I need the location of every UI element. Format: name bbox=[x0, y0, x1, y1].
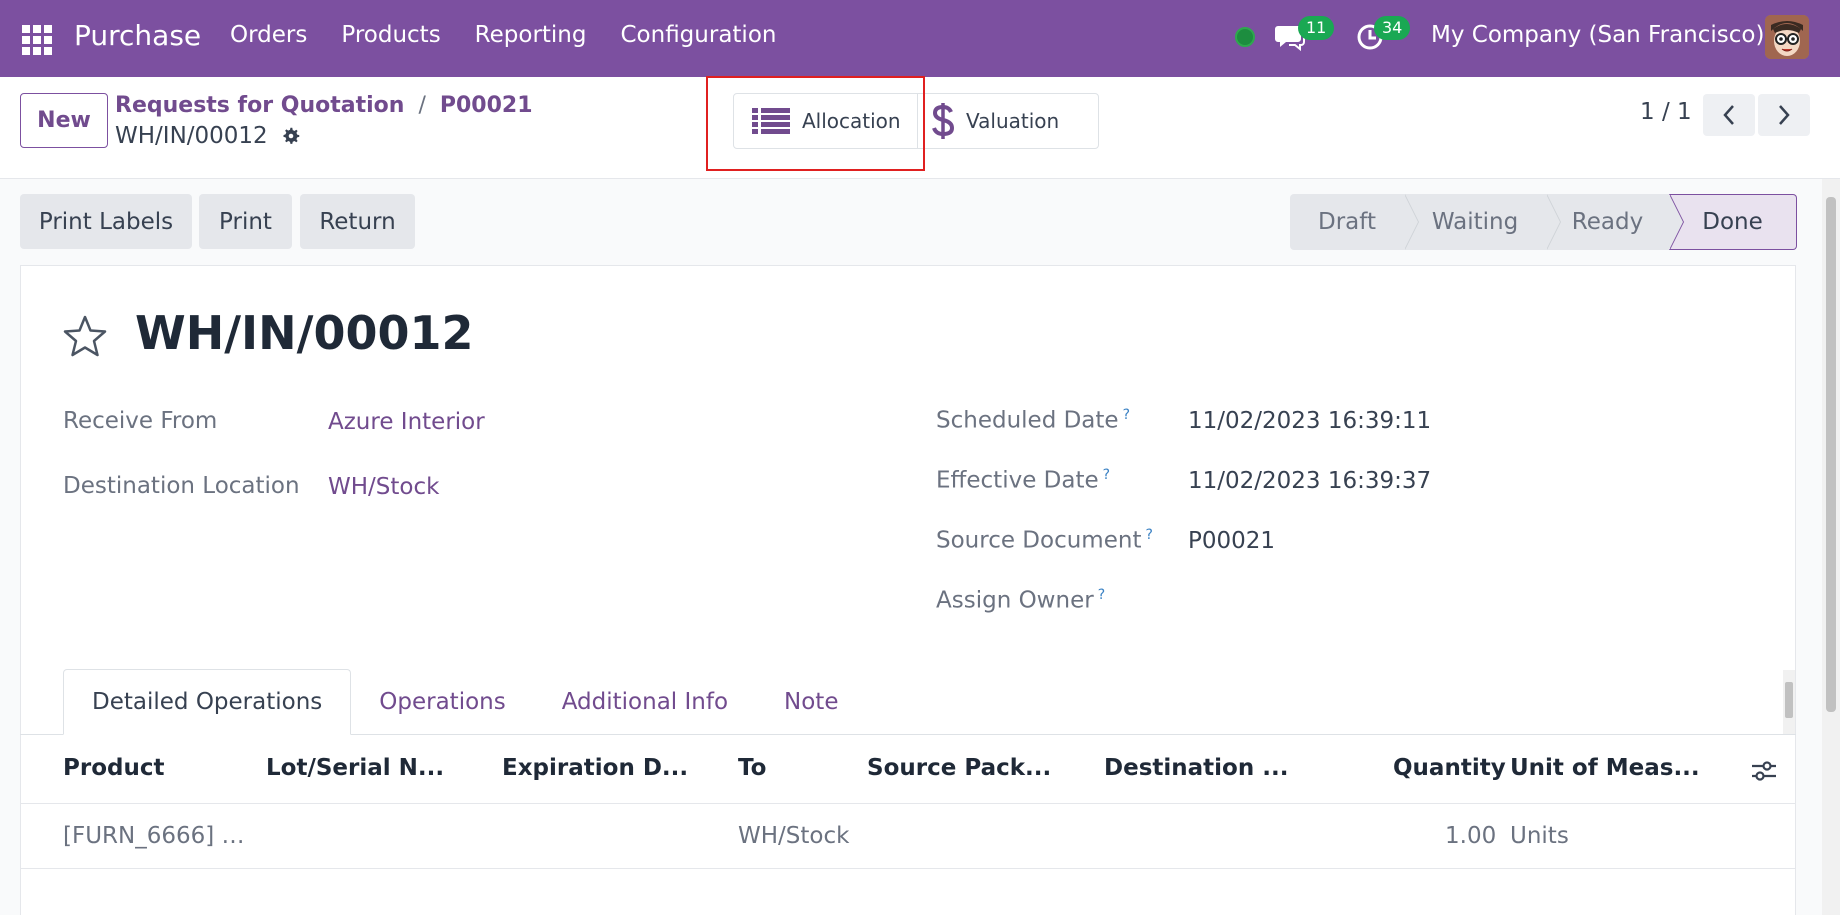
scheduled-date-help-icon[interactable]: ? bbox=[1123, 407, 1130, 423]
scheduled-date-value: 11/02/2023 16:39:11 bbox=[1188, 408, 1432, 434]
gear-icon[interactable] bbox=[280, 125, 302, 147]
dollar-icon bbox=[932, 103, 954, 139]
stage-draft[interactable]: Draft bbox=[1290, 194, 1419, 250]
breadcrumb-separator: / bbox=[418, 93, 426, 118]
destination-location-label: Destination Location bbox=[63, 473, 300, 499]
allocation-button[interactable]: Allocation bbox=[734, 94, 918, 148]
list-icon bbox=[752, 108, 790, 134]
menu-item-reporting[interactable]: Reporting bbox=[475, 22, 587, 48]
app-name[interactable]: Purchase bbox=[74, 19, 201, 52]
column-destination-package[interactable]: Destination ... bbox=[1104, 755, 1288, 781]
column-settings-icon[interactable] bbox=[1750, 757, 1778, 785]
valuation-button[interactable]: Valuation bbox=[918, 94, 1098, 148]
user-avatar[interactable] bbox=[1765, 15, 1809, 59]
column-to[interactable]: To bbox=[738, 755, 766, 781]
print-button[interactable]: Print bbox=[199, 194, 292, 249]
column-lot-serial[interactable]: Lot/Serial N... bbox=[266, 755, 444, 781]
tab-note[interactable]: Note bbox=[756, 669, 866, 735]
tab-operations[interactable]: Operations bbox=[351, 669, 533, 735]
cell-quantity[interactable]: 1.00 bbox=[1445, 823, 1496, 849]
control-panel: New Requests for Quotation / P00021 WH/I… bbox=[0, 77, 1840, 179]
record-name-text: WH/IN/00012 bbox=[115, 123, 268, 149]
cell-product[interactable]: [FURN_6666] … bbox=[63, 823, 245, 849]
row-divider bbox=[20, 868, 1796, 869]
return-button[interactable]: Return bbox=[300, 194, 415, 249]
pager-previous-button[interactable] bbox=[1703, 94, 1755, 136]
status-bar: Draft Waiting Ready Done bbox=[1290, 194, 1797, 250]
form-sheet bbox=[20, 265, 1796, 915]
main-menu: Orders Products Reporting Configuration bbox=[230, 22, 776, 48]
apps-grid-icon[interactable] bbox=[22, 25, 52, 55]
stage-done[interactable]: Done bbox=[1669, 194, 1797, 250]
assign-owner-help-icon[interactable]: ? bbox=[1098, 587, 1105, 603]
stage-ready-label: Ready bbox=[1571, 209, 1644, 235]
breadcrumb: Requests for Quotation / P00021 bbox=[115, 93, 533, 118]
activity-count-badge: 34 bbox=[1374, 16, 1411, 40]
column-source-package[interactable]: Source Pack... bbox=[867, 755, 1051, 781]
tabs-scrollbar[interactable] bbox=[1783, 670, 1795, 734]
pager-next-button[interactable] bbox=[1758, 94, 1810, 136]
presence-status-icon[interactable] bbox=[1235, 27, 1255, 47]
stage-draft-label: Draft bbox=[1318, 209, 1376, 235]
breadcrumb-po[interactable]: P00021 bbox=[440, 93, 533, 118]
new-button[interactable]: New bbox=[20, 93, 108, 148]
effective-date-help-icon[interactable]: ? bbox=[1103, 467, 1110, 483]
effective-date-label: Effective Date? bbox=[936, 467, 1110, 494]
top-navbar: Purchase Orders Products Reporting Confi… bbox=[0, 0, 1840, 77]
stage-waiting[interactable]: Waiting bbox=[1404, 194, 1561, 250]
column-quantity[interactable]: Quantity bbox=[1393, 755, 1506, 781]
source-document-help-icon[interactable]: ? bbox=[1145, 527, 1152, 543]
menu-item-configuration[interactable]: Configuration bbox=[620, 22, 776, 48]
menu-item-products[interactable]: Products bbox=[341, 22, 440, 48]
source-document-label: Source Document? bbox=[936, 527, 1153, 554]
chevron-right-icon bbox=[1779, 105, 1790, 125]
assign-owner-label: Assign Owner? bbox=[936, 587, 1105, 614]
header-divider bbox=[20, 803, 1796, 804]
menu-item-orders[interactable]: Orders bbox=[230, 22, 307, 48]
effective-date-value: 11/02/2023 16:39:37 bbox=[1188, 468, 1432, 494]
column-product[interactable]: Product bbox=[63, 755, 164, 781]
column-unit-of-measure[interactable]: Unit of Meas... bbox=[1510, 755, 1700, 781]
receive-from-label: Receive From bbox=[63, 408, 218, 434]
stage-ready[interactable]: Ready bbox=[1546, 194, 1684, 250]
avatar-face-icon bbox=[1765, 15, 1809, 59]
chevron-left-icon bbox=[1723, 105, 1734, 125]
effective-date-label-text: Effective Date bbox=[936, 467, 1099, 494]
cell-to[interactable]: WH/Stock bbox=[738, 823, 849, 849]
scheduled-date-label-text: Scheduled Date bbox=[936, 407, 1119, 434]
stage-done-label: Done bbox=[1702, 209, 1763, 235]
valuation-label: Valuation bbox=[966, 109, 1060, 133]
tab-detailed-operations[interactable]: Detailed Operations bbox=[63, 669, 352, 735]
assign-owner-label-text: Assign Owner bbox=[936, 587, 1094, 614]
chat-count-badge: 11 bbox=[1298, 16, 1335, 40]
star-icon[interactable] bbox=[62, 314, 108, 358]
allocation-label: Allocation bbox=[802, 109, 901, 133]
page-scrollbar[interactable] bbox=[1822, 179, 1840, 915]
stage-waiting-label: Waiting bbox=[1431, 209, 1519, 235]
pager-value[interactable]: 1 / 1 bbox=[1640, 99, 1692, 125]
column-expiration-date[interactable]: Expiration D... bbox=[502, 755, 688, 781]
company-switcher[interactable]: My Company (San Francisco) bbox=[1431, 22, 1764, 48]
current-record: WH/IN/00012 bbox=[115, 123, 302, 149]
notebook-tabs: Detailed Operations Operations Additiona… bbox=[63, 669, 866, 735]
record-title: WH/IN/00012 bbox=[135, 306, 474, 360]
scheduled-date-label: Scheduled Date? bbox=[936, 407, 1130, 434]
breadcrumb-rfq[interactable]: Requests for Quotation bbox=[115, 93, 404, 118]
cell-unit-of-measure[interactable]: Units bbox=[1510, 823, 1569, 849]
source-document-value: P00021 bbox=[1188, 528, 1276, 554]
print-labels-button[interactable]: Print Labels bbox=[20, 194, 192, 249]
receive-from-value[interactable]: Azure Interior bbox=[328, 409, 485, 435]
tab-additional-info[interactable]: Additional Info bbox=[534, 669, 756, 735]
smart-buttons: Allocation Valuation bbox=[733, 93, 1099, 149]
source-document-label-text: Source Document bbox=[936, 527, 1142, 554]
destination-location-value[interactable]: WH/Stock bbox=[328, 474, 439, 500]
